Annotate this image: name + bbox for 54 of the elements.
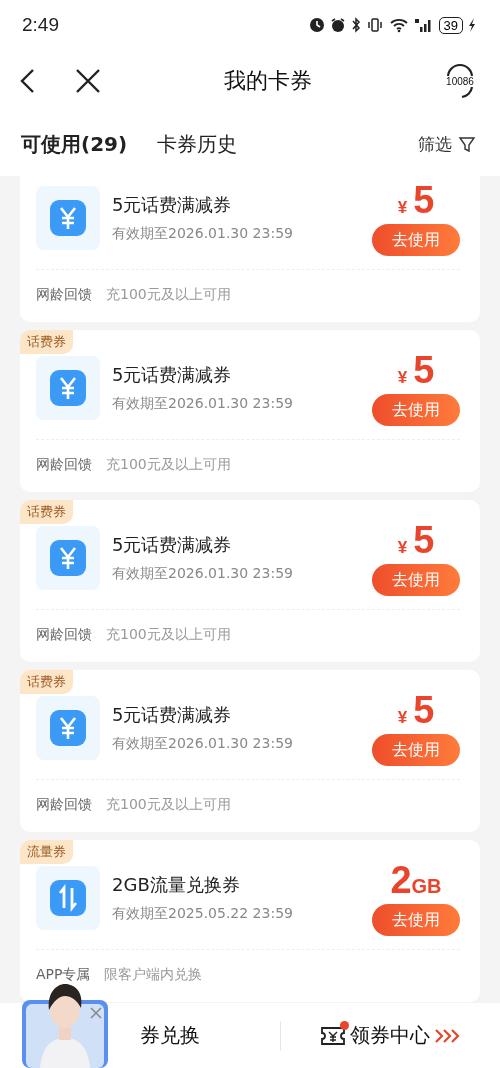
expiry-date: 有效期至2026.01.30 23:59	[112, 565, 294, 583]
yuan-coin-icon	[36, 186, 100, 250]
coupon-amount: 2GB	[390, 860, 442, 900]
coupon-source: 网龄回馈	[36, 456, 92, 474]
battery-indicator: 39	[438, 16, 463, 34]
tab[interactable]: 卡券历史	[157, 130, 238, 158]
data-transfer-icon	[36, 866, 100, 930]
coupon-source: 网龄回馈	[36, 286, 92, 304]
coupon-source: 网龄回馈	[36, 796, 92, 814]
vibrate-icon	[365, 17, 384, 33]
coupon-amount: ¥5	[397, 520, 435, 560]
tab[interactable]: 可使用(29)	[21, 130, 128, 158]
coupon-amount: ¥5	[397, 180, 435, 220]
coupon-source: 网龄回馈	[36, 626, 92, 644]
usage-condition: 充100元及以上可用	[106, 456, 231, 474]
coupon-type-tag: 话费券	[20, 500, 73, 524]
usage-condition: 充100元及以上可用	[106, 286, 231, 304]
ticket-icon	[320, 1024, 347, 1047]
coupon-title: 2GB流量兑换券	[112, 873, 241, 897]
coupon-amount: ¥5	[397, 350, 435, 390]
wifi-icon	[388, 17, 409, 33]
expiry-date: 有效期至2025.05.22 23:59	[112, 905, 294, 923]
coupon-title: 5元话费满减券	[112, 703, 233, 727]
usage-condition: 限客户端内兑换	[104, 966, 203, 984]
expiry-date: 有效期至2026.01.30 23:59	[112, 735, 294, 753]
page-title: 我的卡券	[223, 67, 313, 95]
coupon-type-tag: 话费券	[20, 670, 73, 694]
signal-icon	[413, 17, 434, 33]
coupon-type-tag: 流量券	[20, 840, 73, 864]
yuan-coin-icon	[36, 356, 100, 420]
coupon-type-tag: 话费券	[20, 330, 73, 354]
expiry-date: 有效期至2026.01.30 23:59	[112, 395, 294, 413]
coupon-title: 5元话费满减券	[112, 363, 233, 387]
coupon-title: 5元话费满减券	[112, 533, 233, 557]
charging-icon	[468, 17, 476, 33]
usage-condition: 充100元及以上可用	[106, 626, 231, 644]
coupon-source: APP专属	[36, 966, 91, 984]
bottom-bar-item[interactable]: 领券中心	[280, 1022, 500, 1049]
chevrons-icon	[434, 1027, 461, 1044]
clock-time: 2:49	[22, 14, 59, 36]
clock-icon	[308, 17, 325, 33]
yuan-coin-icon	[36, 696, 100, 760]
close-icon[interactable]	[74, 67, 102, 95]
bluetooth-icon	[350, 17, 361, 33]
filter-button[interactable]: 筛选	[418, 132, 476, 156]
alarm-icon	[329, 17, 346, 33]
service-hotline-button[interactable]: 10086	[440, 61, 480, 101]
bottom-bar-item[interactable]: 券兑换	[0, 1022, 280, 1049]
expiry-date: 有效期至2026.01.30 23:59	[112, 225, 294, 243]
yuan-coin-icon	[36, 526, 100, 590]
usage-condition: 充100元及以上可用	[106, 796, 231, 814]
coupon-title: 5元话费满减券	[112, 193, 233, 217]
filter-icon	[458, 135, 476, 153]
coupon-amount: ¥5	[397, 690, 435, 730]
